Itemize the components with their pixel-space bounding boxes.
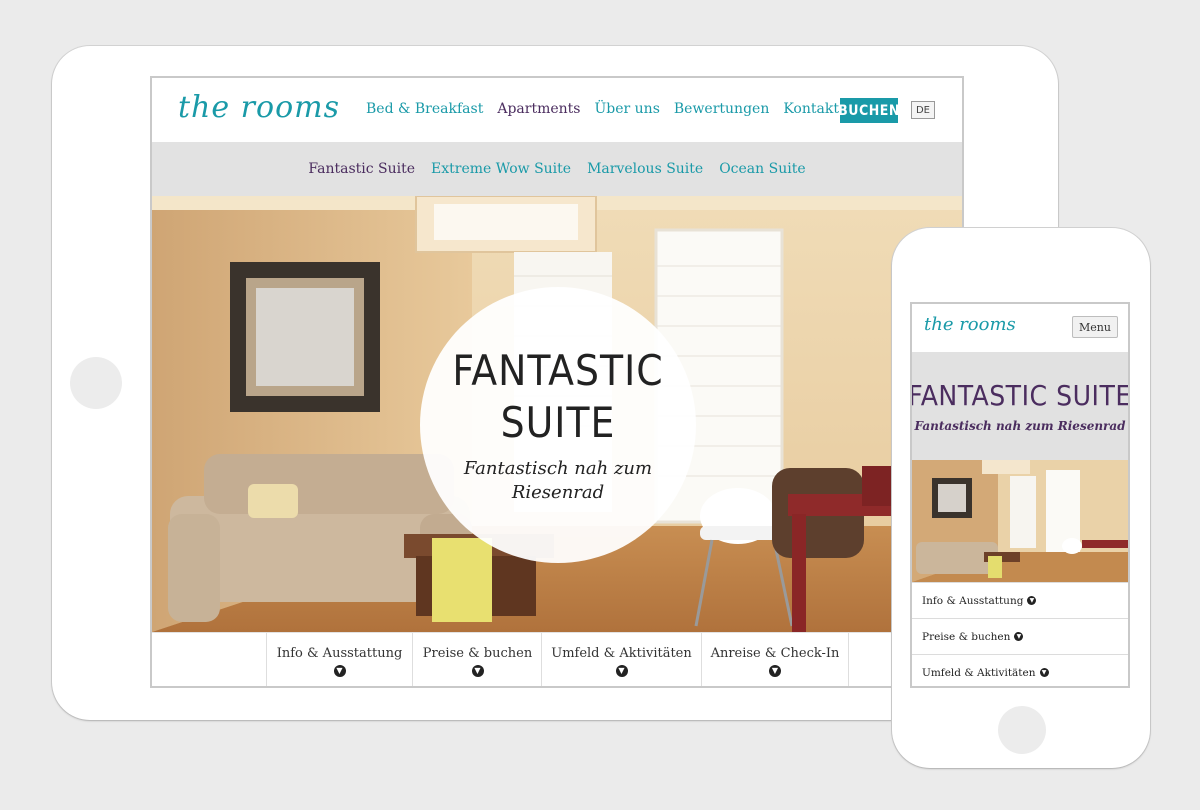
list-item-preise-buchen[interactable]: Preise & buchen ▼ (912, 618, 1128, 654)
tab-label: Preise & buchen (422, 645, 533, 661)
list-item-umfeld-aktivitaeten[interactable]: Umfeld & Aktivitäten ▼ (912, 654, 1128, 686)
chevron-down-icon: ▼ (1027, 596, 1037, 605)
nav-item-bed-breakfast[interactable]: Bed & Breakfast (366, 101, 483, 117)
phone-device: the rooms Menu FANTASTIC SUITE Fantastis… (892, 228, 1150, 768)
book-button[interactable]: BUCHEN (838, 98, 899, 123)
tablet-home-button (70, 357, 122, 409)
hero-title-line2: SUITE (500, 398, 616, 447)
tab-preise-buchen[interactable]: Preise & buchen ▼ (412, 633, 542, 686)
chevron-down-icon: ▼ (769, 664, 781, 677)
list-item-info-ausstattung[interactable]: Info & Ausstattung ▼ (912, 582, 1128, 618)
mobile-header: the rooms Menu (912, 304, 1128, 352)
mobile-room-image (912, 460, 1128, 582)
mobile-page-title: FANTASTIC SUITE (910, 379, 1130, 412)
nav-item-bewertungen[interactable]: Bewertungen (674, 101, 769, 117)
tab-label: Umfeld & Aktivitäten (551, 645, 692, 661)
room-photo-small (912, 460, 1128, 582)
subnav-item-ocean-suite[interactable]: Ocean Suite (719, 161, 805, 177)
chevron-down-icon: ▼ (1039, 668, 1049, 677)
tab-info-ausstattung[interactable]: Info & Ausstattung ▼ (266, 633, 412, 686)
nav-item-kontakt[interactable]: Kontakt (783, 101, 839, 117)
phone-home-button (998, 706, 1046, 754)
chevron-down-icon: ▼ (1014, 632, 1024, 641)
site-header: the rooms Bed & Breakfast Apartments Übe… (152, 78, 962, 142)
list-item-label: Preise & buchen (922, 630, 1011, 643)
tab-anreise-checkin[interactable]: Anreise & Check-In ▼ (701, 633, 849, 686)
info-tabs-bar: Info & Ausstattung ▼ Preise & buchen ▼ U… (152, 632, 962, 686)
logo[interactable]: the rooms (178, 90, 340, 125)
tablet-screen: the rooms Bed & Breakfast Apartments Übe… (150, 76, 964, 688)
chevron-down-icon: ▼ (471, 664, 484, 677)
hero-title-line1: FANTASTIC (452, 346, 664, 395)
tab-label: Anreise & Check-In (710, 645, 840, 661)
hero-circle-badge: FANTASTIC SUITE Fantastisch nah zum Ries… (420, 287, 696, 563)
suite-subnav: Fantastic Suite Extreme Wow Suite Marvel… (152, 142, 962, 196)
chevron-down-icon: ▼ (333, 664, 346, 677)
main-nav: Bed & Breakfast Apartments Über uns Bewe… (366, 101, 839, 117)
logo[interactable]: the rooms (924, 314, 1016, 335)
subnav-item-extreme-wow-suite[interactable]: Extreme Wow Suite (431, 161, 571, 177)
chevron-down-icon: ▼ (615, 664, 628, 677)
hero-room-image: FANTASTIC SUITE Fantastisch nah zum Ries… (152, 196, 962, 632)
mobile-accordion-list: Info & Ausstattung ▼ Preise & buchen ▼ U… (912, 582, 1128, 686)
list-item-label: Info & Ausstattung (922, 594, 1024, 607)
tab-umfeld-aktivitaeten[interactable]: Umfeld & Aktivitäten ▼ (541, 633, 701, 686)
language-switch[interactable]: DE (911, 101, 935, 119)
hero-subtitle: Fantastisch nah zum Riesenrad (463, 458, 653, 503)
nav-item-ueber-uns[interactable]: Über uns (594, 101, 659, 117)
mobile-title-box: FANTASTIC SUITE Fantastisch nah zum Ries… (912, 352, 1128, 460)
tab-label: Info & Ausstattung (276, 645, 403, 661)
menu-button[interactable]: Menu (1072, 316, 1118, 338)
list-item-label: Umfeld & Aktivitäten (922, 666, 1036, 679)
nav-item-apartments[interactable]: Apartments (497, 101, 580, 117)
mobile-subtitle: Fantastisch nah zum Riesenrad (914, 419, 1126, 433)
phone-screen: the rooms Menu FANTASTIC SUITE Fantastis… (910, 302, 1130, 688)
subnav-item-marvelous-suite[interactable]: Marvelous Suite (587, 161, 703, 177)
subnav-item-fantastic-suite[interactable]: Fantastic Suite (308, 161, 415, 177)
